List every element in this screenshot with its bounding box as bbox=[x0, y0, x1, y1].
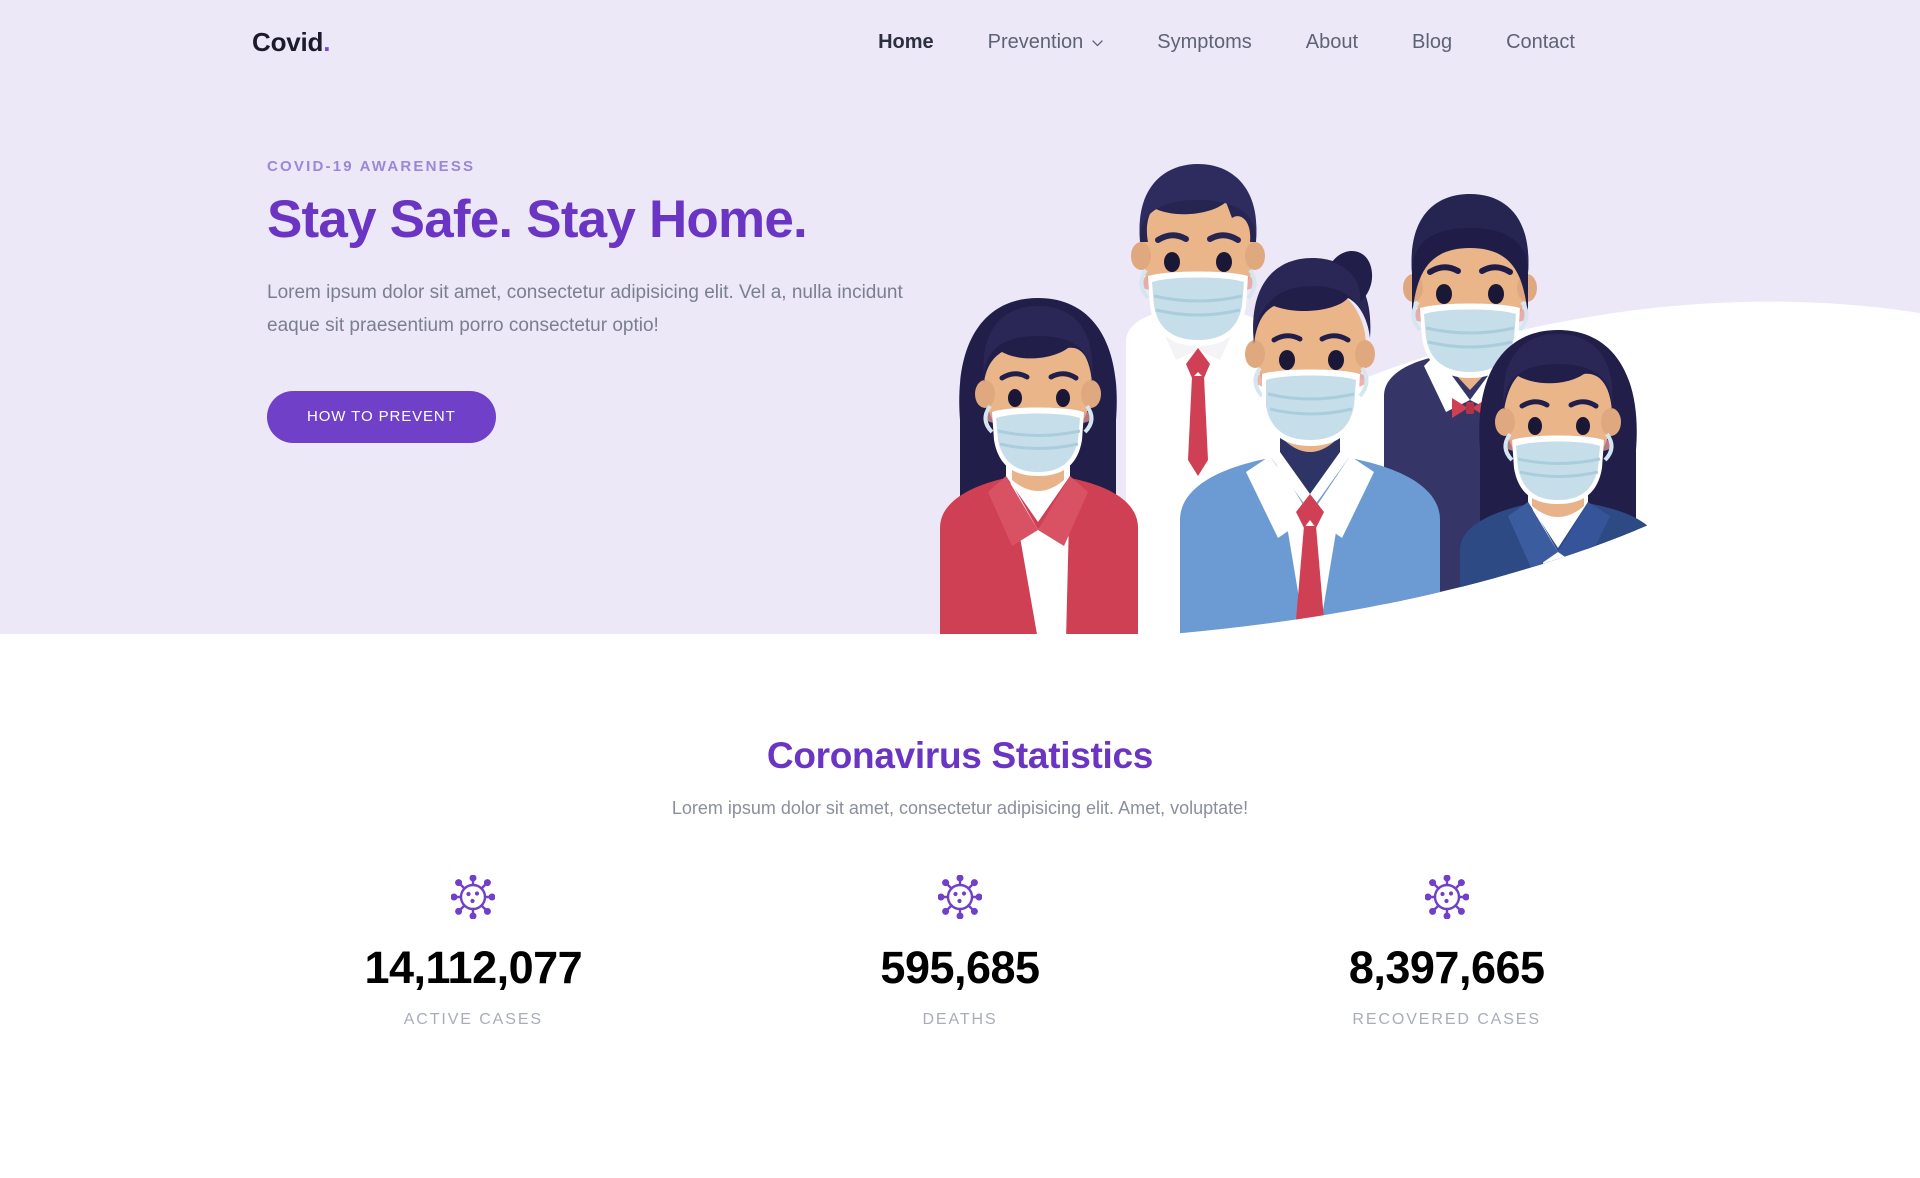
nav-item-symptoms[interactable]: Symptoms bbox=[1130, 21, 1278, 64]
nav-item-home[interactable]: Home bbox=[851, 21, 961, 64]
nav-item-contact[interactable]: Contact bbox=[1479, 21, 1602, 64]
statistics-header: Coronavirus Statistics Lorem ipsum dolor… bbox=[0, 634, 1920, 819]
hero-illustration bbox=[940, 120, 1660, 634]
virus-icon bbox=[230, 873, 717, 921]
nav-label-prevention: Prevention bbox=[987, 30, 1084, 53]
stat-label-active-cases: ACTIVE CASES bbox=[403, 1011, 543, 1028]
stat-label-recovered-cases: RECOVERED CASES bbox=[1352, 1011, 1541, 1028]
hero-eyebrow: COVID-19 AWARENESS bbox=[267, 158, 476, 175]
statistics-section: Coronavirus Statistics Lorem ipsum dolor… bbox=[0, 634, 1920, 1178]
how-to-prevent-button[interactable]: HOW TO PREVENT bbox=[267, 390, 496, 443]
brand-dot: . bbox=[323, 26, 331, 57]
stat-value-recovered-cases: 8,397,665 bbox=[1348, 942, 1545, 993]
page-title: Stay Safe. Stay Home. bbox=[267, 190, 808, 249]
stat-card-deaths: 595,685 DEATHS bbox=[717, 873, 1204, 1029]
hero-section: Covid. Home Prevention Symptoms About Bl… bbox=[0, 0, 1920, 634]
statistics-title: Coronavirus Statistics bbox=[766, 735, 1154, 776]
nav-label-blog: Blog bbox=[1412, 30, 1453, 53]
stat-card-active-cases: 14,112,077 ACTIVE CASES bbox=[230, 873, 717, 1029]
stat-card-recovered-cases: 8,397,665 RECOVERED CASES bbox=[1203, 873, 1690, 1029]
statistics-subtitle: Lorem ipsum dolor sit amet, consectetur … bbox=[671, 798, 1249, 818]
hero-description: Lorem ipsum dolor sit amet, consectetur … bbox=[267, 282, 903, 337]
brand-name: Covid bbox=[252, 26, 324, 57]
nav-label-symptoms: Symptoms bbox=[1157, 30, 1252, 53]
statistics-cards-row: 14,112,077 ACTIVE CASES 595,685 DEATHS 8… bbox=[0, 873, 1920, 1029]
hero-content: COVID-19 AWARENESS Stay Safe. Stay Home.… bbox=[267, 158, 927, 443]
virus-icon bbox=[717, 873, 1204, 921]
nav-label-contact: Contact bbox=[1506, 30, 1575, 53]
nav-label-home: Home bbox=[878, 30, 934, 53]
stat-label-deaths: DEATHS bbox=[922, 1011, 998, 1028]
main-navigation: Covid. Home Prevention Symptoms About Bl… bbox=[0, 0, 1920, 84]
stat-value-deaths: 595,685 bbox=[880, 942, 1040, 993]
nav-item-about[interactable]: About bbox=[1279, 21, 1385, 64]
virus-icon bbox=[1203, 873, 1690, 921]
nav-item-prevention[interactable]: Prevention bbox=[961, 21, 1131, 64]
nav-links: Home Prevention Symptoms About Blog Cont… bbox=[851, 21, 1602, 64]
landing-page: Covid. Home Prevention Symptoms About Bl… bbox=[0, 0, 1920, 1178]
chevron-down-icon bbox=[1092, 39, 1103, 47]
brand-logo[interactable]: Covid. bbox=[252, 27, 330, 58]
stat-value-active-cases: 14,112,077 bbox=[364, 942, 583, 993]
nav-label-about: About bbox=[1305, 30, 1359, 53]
nav-item-blog[interactable]: Blog bbox=[1385, 21, 1479, 64]
